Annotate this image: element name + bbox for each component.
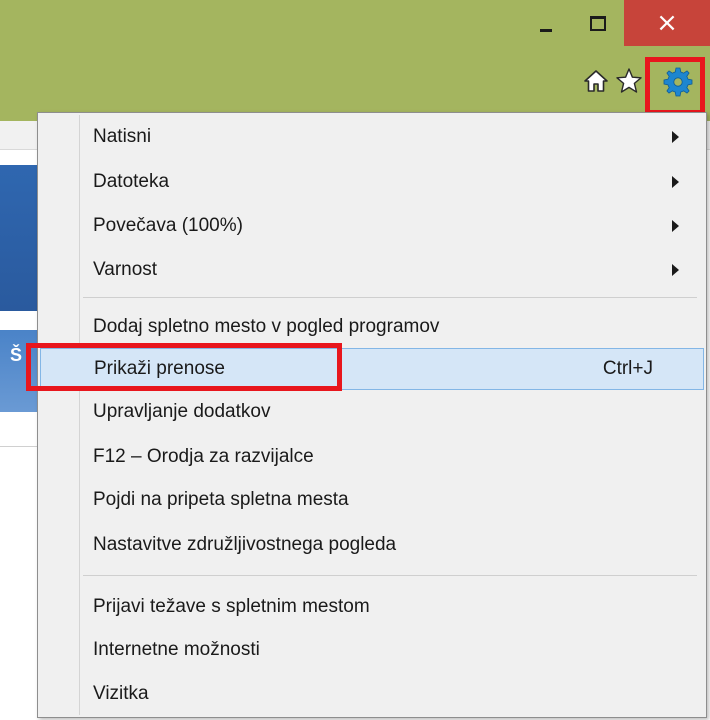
menu-item-file[interactable]: Datoteka bbox=[40, 161, 704, 203]
menu-item-label: Nastavitve združljivostnega pogleda bbox=[93, 534, 397, 555]
menu-item-label: Vizitka bbox=[93, 683, 149, 704]
gear-highlight-outline bbox=[645, 57, 705, 115]
menu-item-label: Pojdi na pripeta spletna mesta bbox=[93, 489, 349, 510]
menu-item-label: F12 – Orodja za razvijalce bbox=[93, 446, 314, 467]
menu-item-compatibility-view[interactable]: Nastavitve združljivostnega pogleda bbox=[40, 524, 704, 566]
home-icon bbox=[584, 70, 608, 92]
menu-item-about[interactable]: Vizitka bbox=[40, 673, 704, 715]
menu-item-label: Internetne možnosti bbox=[93, 639, 260, 660]
downloads-highlight-outline bbox=[26, 343, 342, 391]
submenu-arrow-icon bbox=[672, 220, 679, 232]
home-button[interactable] bbox=[581, 66, 611, 96]
minimize-icon bbox=[540, 28, 552, 32]
menu-item-label: Natisni bbox=[93, 126, 152, 147]
maximize-button[interactable] bbox=[580, 0, 616, 46]
page-side-text: Š bbox=[10, 345, 23, 365]
title-bar: × bbox=[0, 0, 710, 121]
menu-item-developer-tools[interactable]: F12 – Orodja za razvijalce bbox=[40, 436, 704, 478]
menu-item-zoom[interactable]: Povečava (100%) bbox=[40, 205, 704, 247]
menu-item-pinned-sites[interactable]: Pojdi na pripeta spletna mesta bbox=[40, 479, 704, 521]
menu-item-print[interactable]: Natisni bbox=[40, 116, 704, 158]
maximize-icon bbox=[590, 15, 606, 31]
menu-item-internet-options[interactable]: Internetne možnosti bbox=[40, 629, 704, 671]
close-icon: × bbox=[656, 8, 678, 38]
menu-item-safety[interactable]: Varnost bbox=[40, 249, 704, 291]
favorites-button[interactable] bbox=[614, 66, 644, 96]
menu-item-label: Dodaj spletno mesto v pogled programov bbox=[93, 316, 440, 337]
menu-item-label: Upravljanje dodatkov bbox=[93, 401, 271, 422]
star-icon bbox=[616, 68, 642, 93]
menu-separator bbox=[83, 575, 697, 576]
menu-item-report-problems[interactable]: Prijavi težave s spletnim mestom bbox=[40, 586, 704, 628]
menu-item-label: Varnost bbox=[93, 259, 158, 280]
menu-item-label: Datoteka bbox=[93, 171, 170, 192]
minimize-button[interactable] bbox=[528, 0, 564, 46]
submenu-arrow-icon bbox=[672, 176, 679, 188]
menu-item-add-site-to-apps[interactable]: Dodaj spletno mesto v pogled programov bbox=[40, 306, 704, 348]
menu-separator bbox=[83, 297, 697, 298]
menu-item-label: Prijavi težave s spletnim mestom bbox=[93, 596, 370, 617]
menu-item-label: Povečava (100%) bbox=[93, 215, 243, 236]
close-button[interactable]: × bbox=[624, 0, 710, 46]
submenu-arrow-icon bbox=[672, 264, 679, 276]
menu-item-manage-addons[interactable]: Upravljanje dodatkov bbox=[40, 391, 704, 433]
menu-item-shortcut: Ctrl+J bbox=[602, 358, 653, 379]
tools-menu: Natisni Datoteka Povečava (100%) Varnost… bbox=[37, 112, 707, 718]
submenu-arrow-icon bbox=[672, 131, 679, 143]
